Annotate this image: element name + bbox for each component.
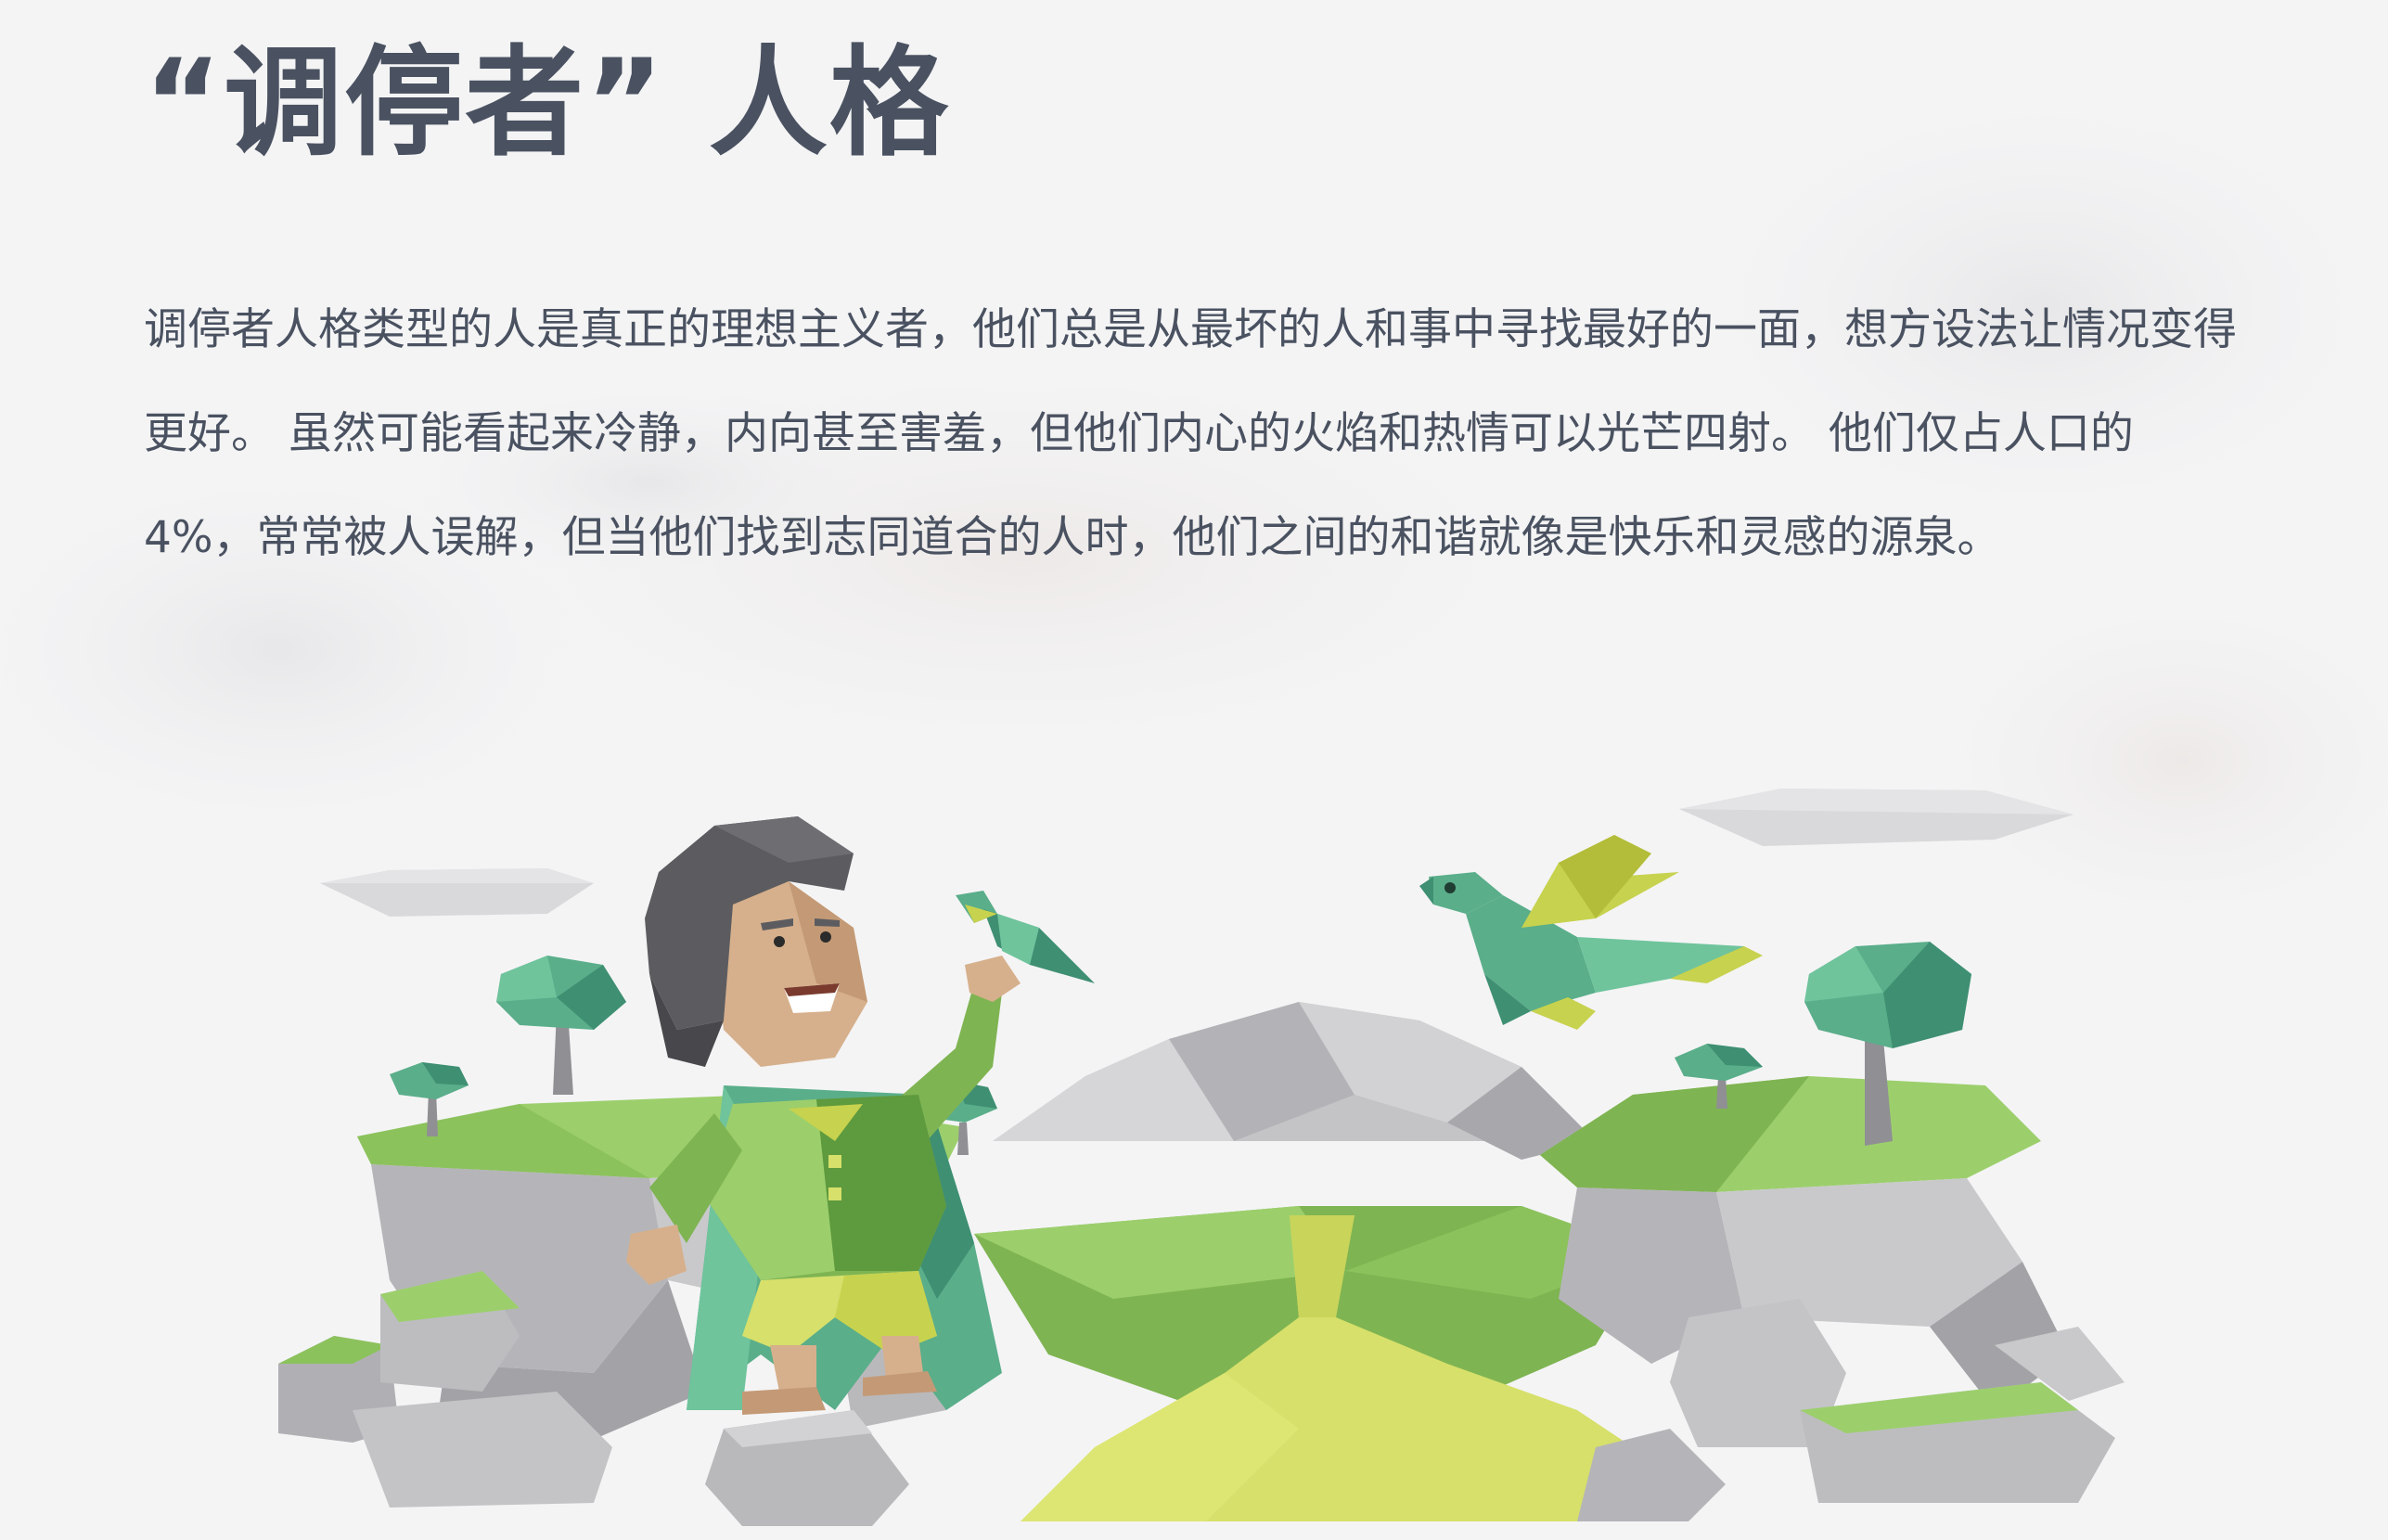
intro-paragraph: 调停者人格类型的人是真正的理想主义者，他们总是从最坏的人和事中寻找最好的一面，想… — [144, 304, 2237, 563]
page-title: “调停者” 人格 — [144, 34, 950, 173]
mediator-illustration — [278, 789, 2125, 1526]
background-mountains — [993, 1002, 1596, 1160]
origami-dragon — [1419, 835, 1763, 1030]
clouds — [320, 789, 2073, 917]
